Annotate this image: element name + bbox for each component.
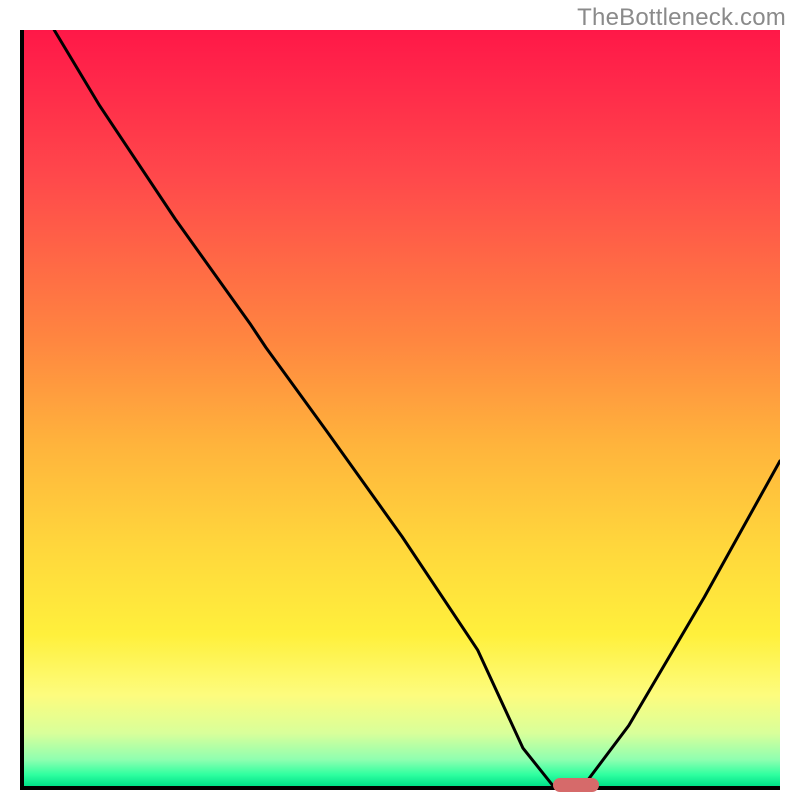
optimum-marker: [553, 778, 598, 792]
bottleneck-curve: [24, 30, 780, 786]
watermark-text: TheBottleneck.com: [577, 4, 786, 32]
chart-container: TheBottleneck.com: [0, 0, 800, 800]
plot-area: [20, 30, 780, 790]
